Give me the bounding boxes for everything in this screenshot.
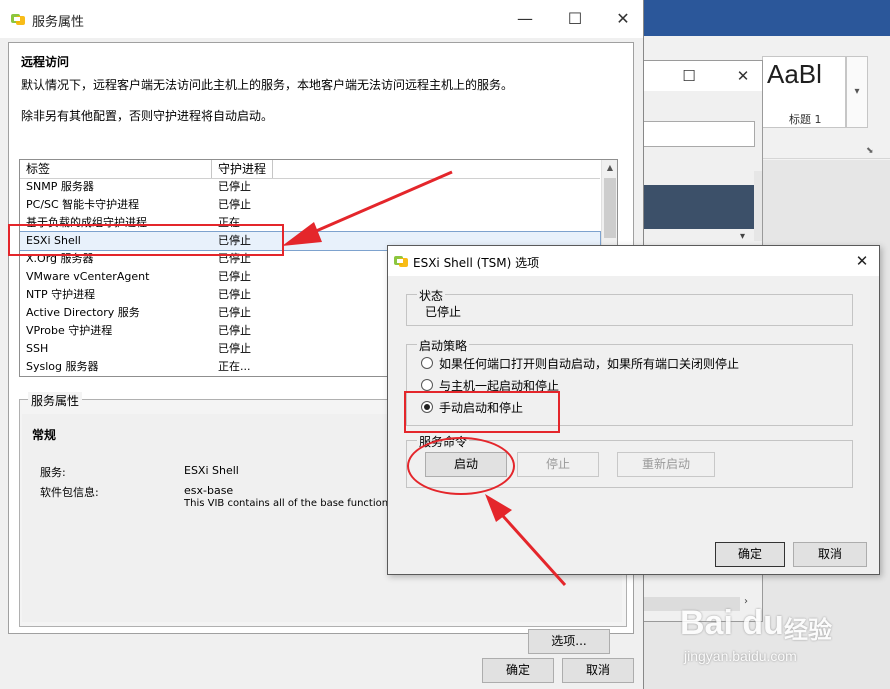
annotation-arrows xyxy=(282,170,567,587)
baidu-watermark: Bai du 经验 jingyan.baidu.com xyxy=(680,600,880,680)
watermark-url: jingyan.baidu.com xyxy=(684,648,797,664)
watermark-logo: Bai du xyxy=(680,604,784,642)
watermark-brand: 经验 xyxy=(784,616,832,644)
arrow-line xyxy=(299,170,453,240)
arrow-head xyxy=(485,494,512,522)
arrow-line xyxy=(492,504,567,587)
arrow-head xyxy=(282,222,322,246)
